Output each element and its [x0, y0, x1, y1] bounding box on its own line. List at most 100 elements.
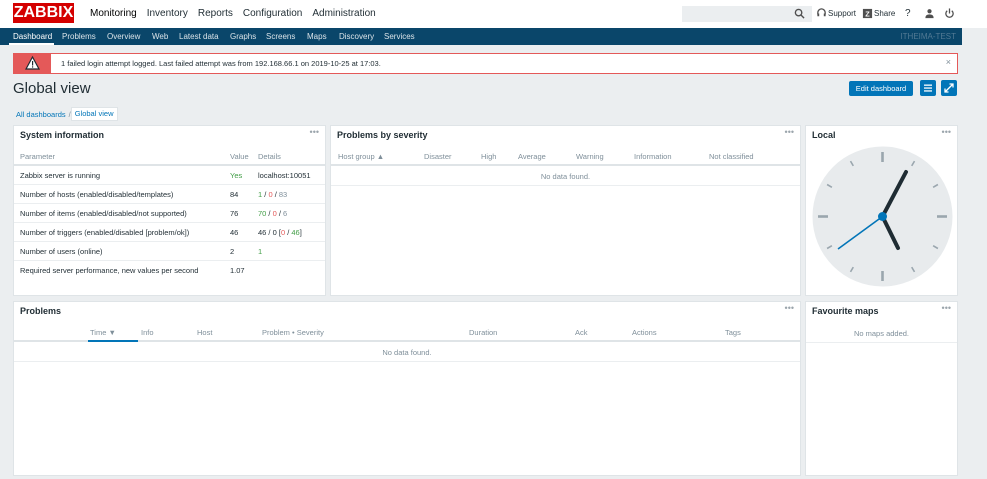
- parameter-cell: Zabbix server is running: [20, 171, 101, 180]
- breadcrumb-global-view[interactable]: Global view: [70, 107, 118, 121]
- column-header: Parameter: [20, 152, 56, 161]
- table-row: Number of users (online) 2 1: [14, 242, 325, 261]
- search-input[interactable]: [682, 6, 812, 22]
- empty-message: No data found.: [14, 344, 800, 362]
- system-information-widget: System information ••• Parameter Value D…: [13, 125, 326, 296]
- value-cell: 46: [230, 228, 239, 237]
- empty-message: No data found.: [331, 168, 800, 186]
- server-name: ITHEIMA-TEST: [900, 32, 956, 41]
- table-row: Number of triggers (enabled/disabled [pr…: [14, 223, 325, 242]
- value-cell: 1.07: [230, 266, 245, 275]
- subnav-graphs[interactable]: Graphs: [230, 28, 256, 45]
- clock-face: [812, 146, 953, 287]
- menu-inventory[interactable]: Inventory: [142, 0, 193, 28]
- ok-count: 46: [291, 228, 300, 237]
- value-cell: 76: [230, 209, 239, 218]
- parameter-cell: Required server performance, new values …: [20, 266, 199, 275]
- disabled-count: 0: [268, 190, 273, 199]
- table-row: Zabbix server is running Yes localhost:1…: [14, 166, 325, 185]
- favourite-maps-widget: Favourite maps ••• No maps added.: [805, 301, 958, 476]
- widget-menu-button[interactable]: •••: [310, 127, 319, 137]
- table-row: Number of hosts (enabled/disabled/templa…: [14, 185, 325, 204]
- share-icon: Z: [862, 8, 873, 18]
- value-cell: 84: [230, 190, 239, 199]
- subnav-screens[interactable]: Screens: [266, 28, 295, 45]
- menu-reports[interactable]: Reports: [193, 0, 238, 28]
- widget-menu-button[interactable]: •••: [785, 127, 794, 137]
- menu-administration[interactable]: Administration: [307, 0, 380, 28]
- widget-menu-button[interactable]: •••: [942, 127, 951, 137]
- sign-out-icon[interactable]: [944, 8, 955, 19]
- svg-text:Z: Z: [865, 9, 870, 18]
- table-row: Number of items (enabled/disabled/not su…: [14, 204, 325, 223]
- edit-dashboard-button[interactable]: Edit dashboard: [849, 81, 913, 96]
- column-header: Actions: [632, 328, 657, 337]
- subnav-latest-data[interactable]: Latest data: [179, 28, 219, 45]
- empty-message: No maps added.: [806, 325, 957, 343]
- column-header: Not classified: [709, 152, 754, 161]
- support-link[interactable]: Support: [828, 0, 856, 28]
- subnav-discovery[interactable]: Discovery: [339, 28, 374, 45]
- value-cell: 2: [230, 247, 235, 256]
- sort-indicator: [88, 340, 138, 342]
- breadcrumb-all-dashboards[interactable]: All dashboards: [13, 110, 69, 119]
- widget-title: System information: [20, 130, 105, 140]
- enabled-count: 70: [258, 209, 267, 218]
- subnav-services[interactable]: Services: [384, 28, 415, 45]
- widget-title: Problems by severity: [337, 130, 428, 140]
- problems-widget: Problems ••• Time ▼ Info Host Problem • …: [13, 301, 801, 476]
- menu-icon: [924, 84, 932, 92]
- details-cell: 1 / 0 / 83: [258, 190, 288, 199]
- table-header: Parameter Value Details: [14, 148, 325, 166]
- parameter-cell: Number of triggers (enabled/disabled [pr…: [20, 228, 190, 237]
- failed-login-alert: 1 failed login attempt logged. Last fail…: [13, 53, 958, 74]
- dashboard-actions-button[interactable]: [920, 80, 936, 96]
- widget-title: Local: [812, 130, 836, 140]
- not-supported-count: 6: [283, 209, 288, 218]
- column-header: Warning: [576, 152, 604, 161]
- top-header: ZABBIX Monitoring Inventory Reports Conf…: [0, 0, 987, 28]
- value-cell: Yes: [230, 171, 243, 180]
- widget-title: Favourite maps: [812, 306, 879, 316]
- subnav-web[interactable]: Web: [152, 28, 168, 45]
- kiosk-mode-button[interactable]: [941, 80, 957, 96]
- alert-message: 1 failed login attempt logged. Last fail…: [61, 59, 381, 68]
- search-icon[interactable]: [794, 8, 805, 19]
- widget-menu-button[interactable]: •••: [942, 303, 951, 313]
- table-header: Host group ▲ Disaster High Average Warni…: [331, 148, 800, 166]
- column-header-time[interactable]: Time ▼: [90, 324, 116, 341]
- menu-configuration[interactable]: Configuration: [238, 0, 307, 28]
- page-title: Global view: [13, 80, 91, 97]
- problems-by-severity-widget: Problems by severity ••• Host group ▲ Di…: [330, 125, 801, 296]
- enabled-count: 46: [258, 228, 267, 237]
- user-profile-icon[interactable]: [924, 8, 935, 19]
- disabled-count: 0: [272, 228, 277, 237]
- alert-icon-box: [14, 54, 51, 73]
- share-link[interactable]: Share: [874, 0, 895, 28]
- alert-close-button[interactable]: ×: [946, 54, 951, 71]
- column-header: Info: [141, 328, 154, 337]
- templates-count: 83: [278, 190, 288, 199]
- help-button[interactable]: ?: [905, 0, 911, 28]
- headset-icon: [817, 8, 826, 17]
- column-header: Problem • Severity: [262, 328, 324, 337]
- column-header: Tags: [725, 328, 741, 337]
- column-header: High: [481, 152, 497, 161]
- widget-menu-button[interactable]: •••: [785, 303, 794, 313]
- subnav-problems[interactable]: Problems: [62, 28, 96, 45]
- breadcrumb: All dashboards / Global view: [13, 107, 118, 121]
- fullscreen-icon: [944, 83, 954, 93]
- subnav-maps[interactable]: Maps: [307, 28, 327, 45]
- enabled-count: 1: [258, 190, 263, 199]
- main-menu: Monitoring Inventory Reports Configurati…: [85, 0, 381, 28]
- disabled-count: 0: [272, 209, 277, 218]
- subnav-overview[interactable]: Overview: [107, 28, 140, 45]
- warning-icon: [24, 55, 41, 70]
- parameter-cell: Number of users (online): [20, 247, 103, 256]
- zabbix-logo[interactable]: ZABBIX: [13, 3, 74, 23]
- table-row: Required server performance, new values …: [14, 261, 325, 280]
- details-cell: 46 / 0 [0 / 46]: [258, 228, 302, 237]
- details-cell: 1: [258, 247, 263, 256]
- column-header-host-group[interactable]: Host group ▲: [338, 148, 384, 165]
- menu-monitoring[interactable]: Monitoring: [85, 0, 142, 28]
